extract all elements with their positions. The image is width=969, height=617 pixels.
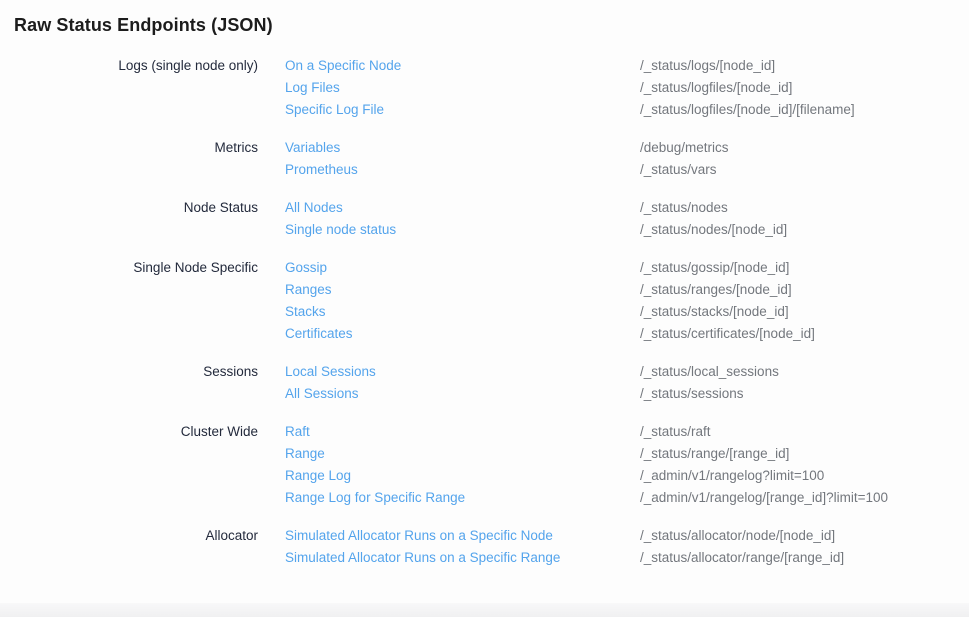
endpoint-list: On a Specific Node /_status/logs/[node_i…	[285, 55, 969, 121]
endpoint-url: /_status/nodes/[node_id]	[640, 219, 969, 241]
endpoint-row: Variables /debug/metrics	[285, 137, 969, 159]
endpoint-link[interactable]: All Nodes	[285, 197, 613, 219]
endpoint-url: /_admin/v1/rangelog?limit=100	[640, 465, 969, 487]
endpoint-link[interactable]: All Sessions	[285, 383, 613, 405]
endpoint-link[interactable]: Stacks	[285, 301, 613, 323]
endpoint-url: /_status/stacks/[node_id]	[640, 301, 969, 323]
endpoint-url: /_status/nodes	[640, 197, 969, 219]
category-label: Sessions	[14, 361, 258, 383]
endpoint-group: Metrics Variables /debug/metrics Prometh…	[0, 137, 969, 181]
endpoint-link[interactable]: Certificates	[285, 323, 613, 345]
endpoint-list: Raft /_status/raft Range /_status/range/…	[285, 421, 969, 509]
endpoint-url: /_status/sessions	[640, 383, 969, 405]
endpoint-link[interactable]: Prometheus	[285, 159, 613, 181]
endpoint-row: Gossip /_status/gossip/[node_id]	[285, 257, 969, 279]
endpoint-group: Node Status All Nodes /_status/nodes Sin…	[0, 197, 969, 241]
endpoint-url: /_status/allocator/node/[node_id]	[640, 525, 969, 547]
endpoint-url: /_status/logfiles/[node_id]	[640, 77, 969, 99]
endpoint-row: Simulated Allocator Runs on a Specific R…	[285, 547, 969, 569]
endpoint-url: /_status/logfiles/[node_id]/[filename]	[640, 99, 969, 121]
endpoint-row: Log Files /_status/logfiles/[node_id]	[285, 77, 969, 99]
endpoint-list: Variables /debug/metrics Prometheus /_st…	[285, 137, 969, 181]
endpoint-row: On a Specific Node /_status/logs/[node_i…	[285, 55, 969, 77]
category-label: Logs (single node only)	[14, 55, 258, 77]
endpoint-row: Specific Log File /_status/logfiles/[nod…	[285, 99, 969, 121]
endpoint-row: Range /_status/range/[range_id]	[285, 443, 969, 465]
endpoint-url: /_status/local_sessions	[640, 361, 969, 383]
endpoint-link[interactable]: Log Files	[285, 77, 613, 99]
endpoint-link[interactable]: Single node status	[285, 219, 613, 241]
endpoint-link[interactable]: Variables	[285, 137, 613, 159]
endpoint-url: /_status/vars	[640, 159, 969, 181]
footer-strip	[0, 603, 969, 617]
endpoint-group: Logs (single node only) On a Specific No…	[0, 55, 969, 121]
endpoint-link[interactable]: Simulated Allocator Runs on a Specific R…	[285, 547, 613, 569]
endpoint-row: Range Log /_admin/v1/rangelog?limit=100	[285, 465, 969, 487]
endpoint-row: All Sessions /_status/sessions	[285, 383, 969, 405]
endpoint-row: Certificates /_status/certificates/[node…	[285, 323, 969, 345]
endpoint-link[interactable]: Ranges	[285, 279, 613, 301]
endpoint-url: /_status/gossip/[node_id]	[640, 257, 969, 279]
category-label: Allocator	[14, 525, 258, 547]
endpoint-link[interactable]: Range Log	[285, 465, 613, 487]
endpoint-link[interactable]: Local Sessions	[285, 361, 613, 383]
endpoint-list: All Nodes /_status/nodes Single node sta…	[285, 197, 969, 241]
endpoint-row: Ranges /_status/ranges/[node_id]	[285, 279, 969, 301]
category-label: Cluster Wide	[14, 421, 258, 443]
endpoint-url: /_status/range/[range_id]	[640, 443, 969, 465]
endpoint-url: /_status/ranges/[node_id]	[640, 279, 969, 301]
category-label: Node Status	[14, 197, 258, 219]
endpoint-row: Simulated Allocator Runs on a Specific N…	[285, 525, 969, 547]
endpoint-url: /debug/metrics	[640, 137, 969, 159]
endpoint-row: Raft /_status/raft	[285, 421, 969, 443]
endpoint-group: Allocator Simulated Allocator Runs on a …	[0, 525, 969, 569]
endpoint-url: /_status/raft	[640, 421, 969, 443]
endpoint-link[interactable]: Range Log for Specific Range	[285, 487, 613, 509]
endpoint-list: Local Sessions /_status/local_sessions A…	[285, 361, 969, 405]
endpoint-url: /_status/logs/[node_id]	[640, 55, 969, 77]
endpoint-list: Simulated Allocator Runs on a Specific N…	[285, 525, 969, 569]
endpoint-list: Gossip /_status/gossip/[node_id] Ranges …	[285, 257, 969, 345]
endpoint-link[interactable]: Specific Log File	[285, 99, 613, 121]
endpoint-row: Local Sessions /_status/local_sessions	[285, 361, 969, 383]
endpoint-url: /_status/allocator/range/[range_id]	[640, 547, 969, 569]
endpoint-groups: Logs (single node only) On a Specific No…	[0, 55, 969, 569]
endpoint-row: Stacks /_status/stacks/[node_id]	[285, 301, 969, 323]
endpoint-group: Single Node Specific Gossip /_status/gos…	[0, 257, 969, 345]
page-title: Raw Status Endpoints (JSON)	[14, 14, 969, 36]
category-label: Metrics	[14, 137, 258, 159]
endpoint-group: Sessions Local Sessions /_status/local_s…	[0, 361, 969, 405]
endpoint-link[interactable]: Gossip	[285, 257, 613, 279]
endpoint-url: /_status/certificates/[node_id]	[640, 323, 969, 345]
endpoint-group: Cluster Wide Raft /_status/raft Range /_…	[0, 421, 969, 509]
endpoint-row: Single node status /_status/nodes/[node_…	[285, 219, 969, 241]
endpoint-link[interactable]: Simulated Allocator Runs on a Specific N…	[285, 525, 613, 547]
endpoint-link[interactable]: Raft	[285, 421, 613, 443]
endpoint-url: /_admin/v1/rangelog/[range_id]?limit=100	[640, 487, 969, 509]
endpoint-row: All Nodes /_status/nodes	[285, 197, 969, 219]
endpoint-row: Range Log for Specific Range /_admin/v1/…	[285, 487, 969, 509]
endpoint-link[interactable]: On a Specific Node	[285, 55, 613, 77]
category-label: Single Node Specific	[14, 257, 258, 279]
endpoint-row: Prometheus /_status/vars	[285, 159, 969, 181]
endpoint-link[interactable]: Range	[285, 443, 613, 465]
